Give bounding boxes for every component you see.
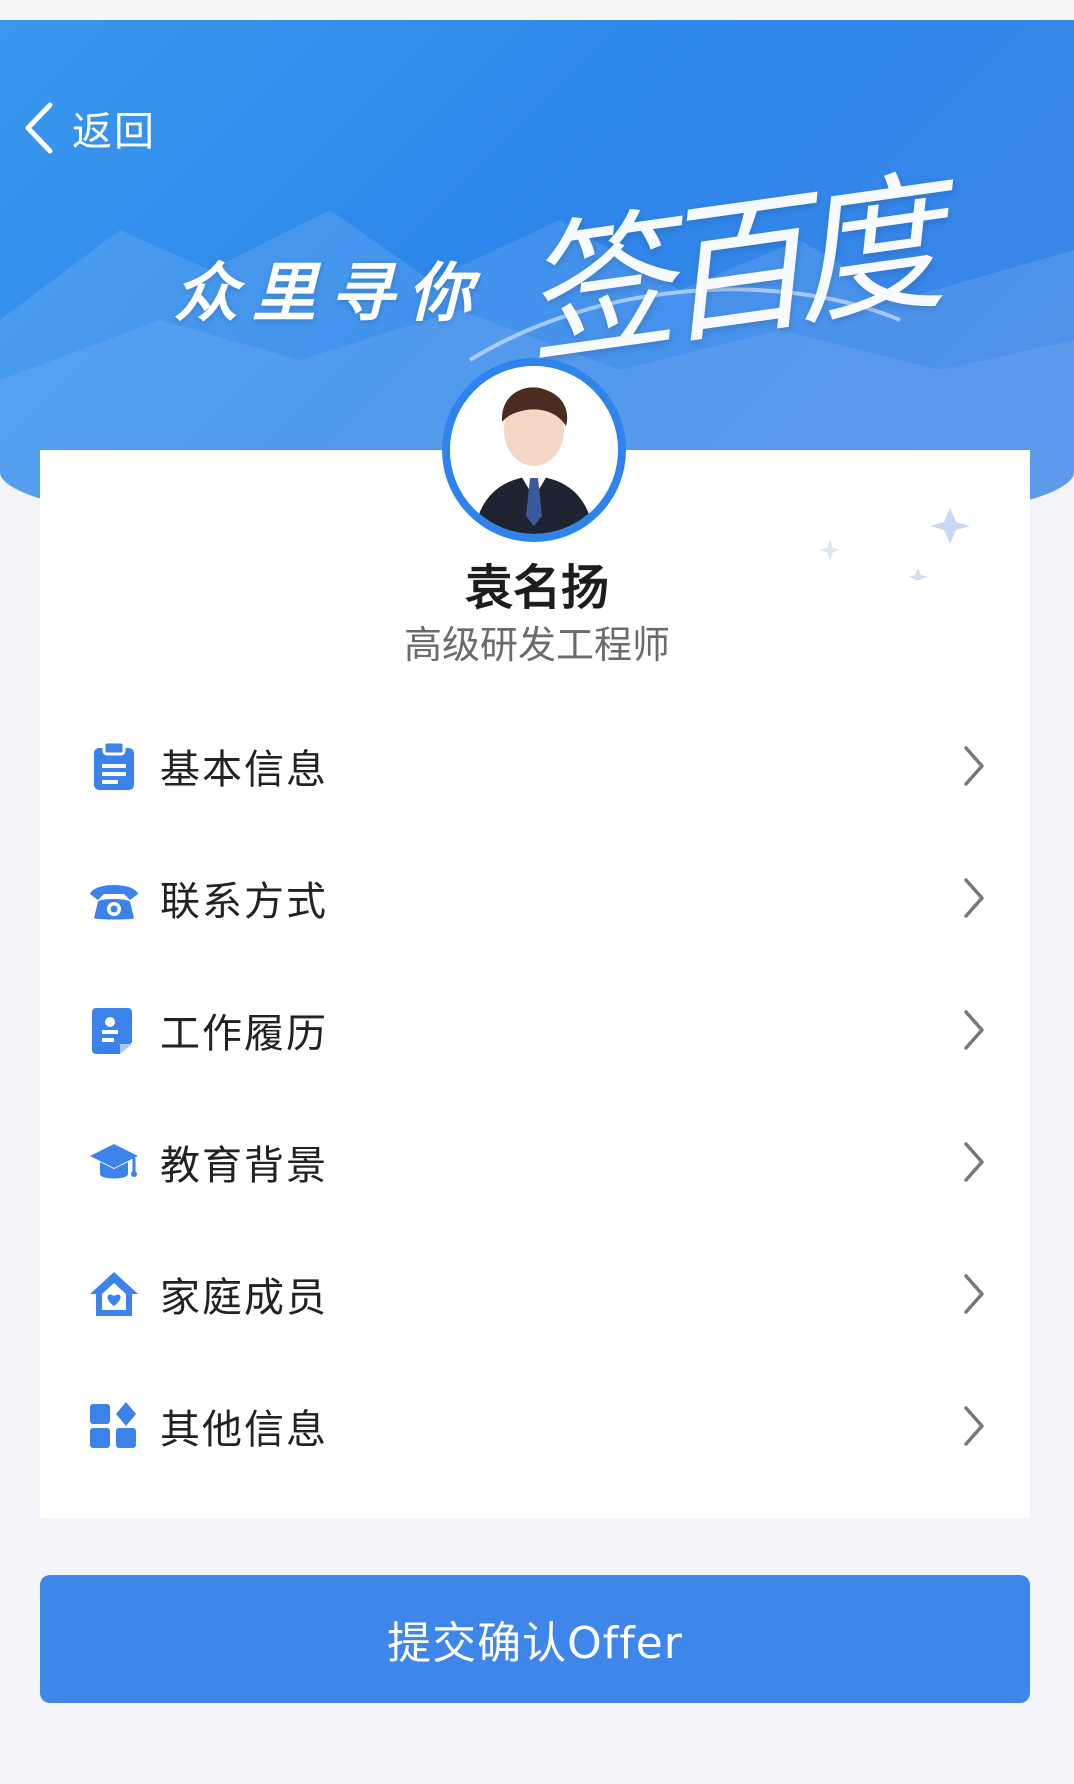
resume-icon (86, 1002, 142, 1058)
profile-photo (450, 366, 618, 534)
menu-item-label: 工作履历 (160, 1011, 328, 1057)
menu-item-label: 基本信息 (160, 747, 328, 793)
profile-title: 高级研发工程师 (403, 623, 670, 667)
chevron-right-icon (964, 746, 984, 786)
menu-item-label: 其他信息 (160, 1407, 328, 1453)
back-button[interactable]: 返回 (20, 92, 156, 164)
chevron-right-icon (964, 1274, 984, 1314)
menu-item-basic-info[interactable]: 基本信息 (40, 700, 1030, 832)
menu-item-label: 教育背景 (160, 1143, 328, 1189)
menu-item-other-info[interactable]: 其他信息 (40, 1360, 1030, 1492)
menu-item-contact[interactable]: 联系方式 (40, 832, 1030, 964)
menu-item-work-history[interactable]: 工作履历 (40, 964, 1030, 1096)
chevron-right-icon (964, 1010, 984, 1050)
status-bar-strip (0, 0, 1074, 20)
chevron-right-icon (964, 878, 984, 918)
menu-item-label: 联系方式 (160, 879, 328, 925)
grid-icon (86, 1398, 142, 1454)
info-menu: 基本信息 联系方式 工作履历 教育背景 家庭成员 其他信息 (40, 700, 1030, 1492)
banner-slogan: 众里寻你 (174, 257, 486, 331)
menu-item-education[interactable]: 教育背景 (40, 1096, 1030, 1228)
chevron-left-icon (25, 102, 53, 154)
phone-icon (86, 870, 142, 926)
graduation-cap-icon (86, 1134, 142, 1190)
chevron-right-icon (964, 1142, 984, 1182)
menu-item-label: 家庭成员 (160, 1275, 328, 1321)
submit-offer-button[interactable]: 提交确认Offer (40, 1575, 1030, 1703)
home-heart-icon (86, 1266, 142, 1322)
back-label: 返回 (72, 109, 156, 155)
avatar (442, 358, 626, 542)
chevron-right-icon (964, 1406, 984, 1446)
clipboard-icon (86, 738, 142, 794)
profile-name: 袁名扬 (464, 560, 609, 616)
menu-item-family[interactable]: 家庭成员 (40, 1228, 1030, 1360)
